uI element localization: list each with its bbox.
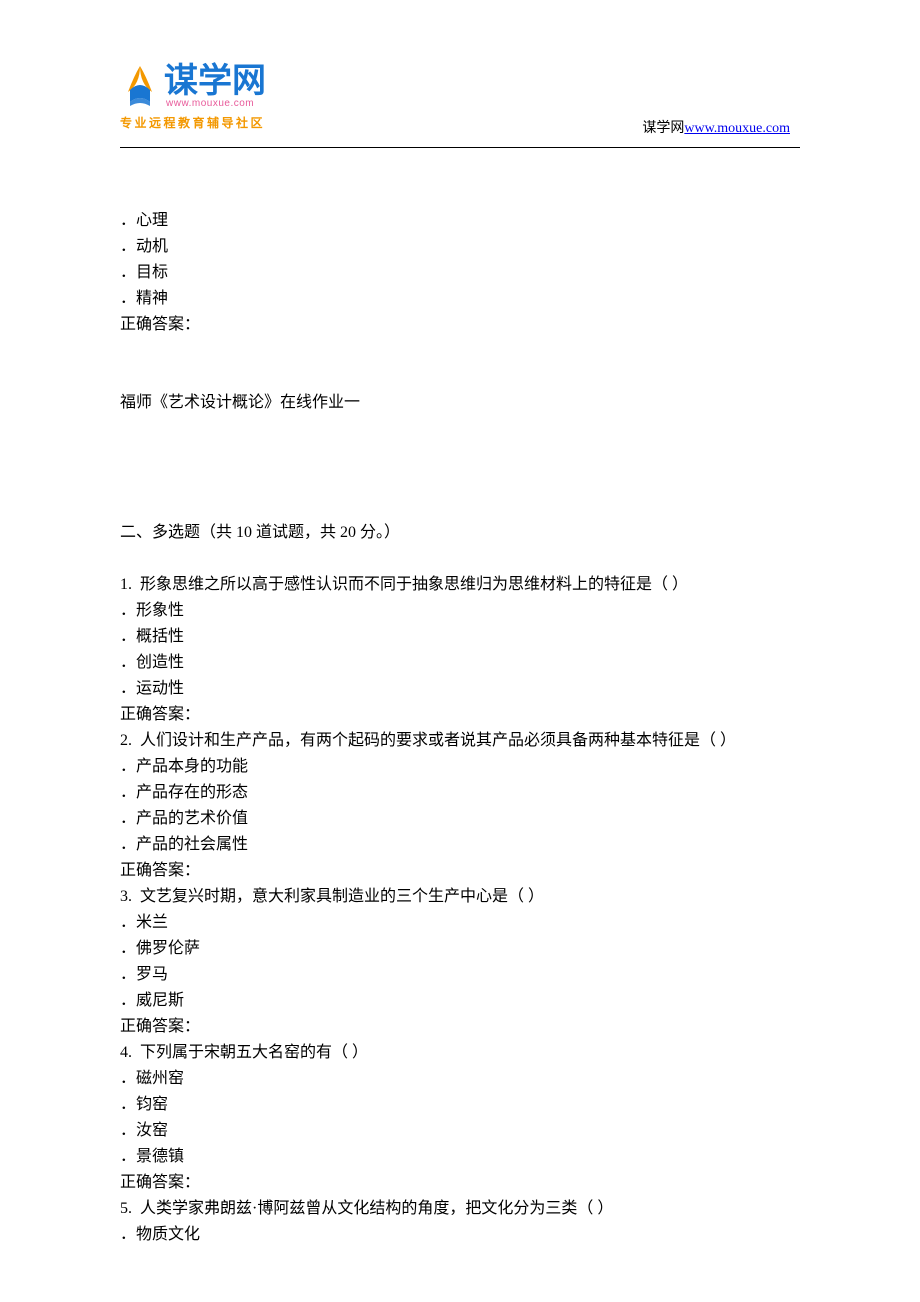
header-link-block: 谋学网www.mouxue.com <box>642 117 790 137</box>
logo-brand-text: 谋学网 <box>164 61 266 100</box>
intro-option: ．精神 <box>120 286 800 312</box>
question-option: ．概括性 <box>120 624 800 650</box>
answer-label: 正确答案： <box>120 1170 800 1196</box>
intro-option: ．目标 <box>120 260 800 286</box>
question-line: 2. 人们设计和生产产品，有两个起码的要求或者说其产品必须具备两种基本特征是（ … <box>120 728 800 754</box>
question-option: ．米兰 <box>120 910 800 936</box>
question-option: ．形象性 <box>120 598 800 624</box>
question-option: ．威尼斯 <box>120 988 800 1014</box>
question-line: 3. 文艺复兴时期，意大利家具制造业的三个生产中心是（ ） <box>120 884 800 910</box>
logo-icon: 谋学网 www.mouxue.com <box>120 58 310 112</box>
header-divider <box>120 147 800 148</box>
question-line: 4. 下列属于宋朝五大名窑的有（ ） <box>120 1040 800 1066</box>
header-site-label: 谋学网 <box>642 121 684 136</box>
answer-label: 正确答案： <box>120 858 800 884</box>
question-option: ．磁州窑 <box>120 1066 800 1092</box>
intro-answer-label: 正确答案： <box>120 312 800 338</box>
question-option: ．汝窑 <box>120 1118 800 1144</box>
question-line: 1. 形象思维之所以高于感性认识而不同于抽象思维归为思维材料上的特征是（ ） <box>120 572 800 598</box>
question-line: 5. 人类学家弗朗兹·博阿兹曾从文化结构的角度，把文化分为三类（ ） <box>120 1196 800 1222</box>
question-option: ．产品存在的形态 <box>120 780 800 806</box>
intro-option: ．心理 <box>120 208 800 234</box>
question-option: ．产品本身的功能 <box>120 754 800 780</box>
document-body: ．心理 ．动机 ．目标 ．精神 正确答案： 福师《艺术设计概论》在线作业一 二、… <box>120 208 800 1248</box>
section-title: 二、多选题（共 10 道试题，共 20 分。） <box>120 520 800 546</box>
header-site-link[interactable]: www.mouxue.com <box>684 121 790 136</box>
page-header: 谋学网 www.mouxue.com 专业远程教育辅导社区 谋学网www.mou… <box>120 58 800 143</box>
question-option: ．创造性 <box>120 650 800 676</box>
question-option: ．产品的社会属性 <box>120 832 800 858</box>
intro-option: ．动机 <box>120 234 800 260</box>
question-option: ．运动性 <box>120 676 800 702</box>
logo-brand-url: www.mouxue.com <box>165 98 254 109</box>
question-option: ．罗马 <box>120 962 800 988</box>
question-option: ．物质文化 <box>120 1222 800 1248</box>
logo: 谋学网 www.mouxue.com 专业远程教育辅导社区 <box>120 58 310 131</box>
answer-label: 正确答案： <box>120 1014 800 1040</box>
question-option: ．景德镇 <box>120 1144 800 1170</box>
question-option: ．钧窑 <box>120 1092 800 1118</box>
answer-label: 正确答案： <box>120 702 800 728</box>
question-option: ．产品的艺术价值 <box>120 806 800 832</box>
course-title: 福师《艺术设计概论》在线作业一 <box>120 390 800 416</box>
question-option: ．佛罗伦萨 <box>120 936 800 962</box>
logo-tagline: 专业远程教育辅导社区 <box>120 114 310 131</box>
